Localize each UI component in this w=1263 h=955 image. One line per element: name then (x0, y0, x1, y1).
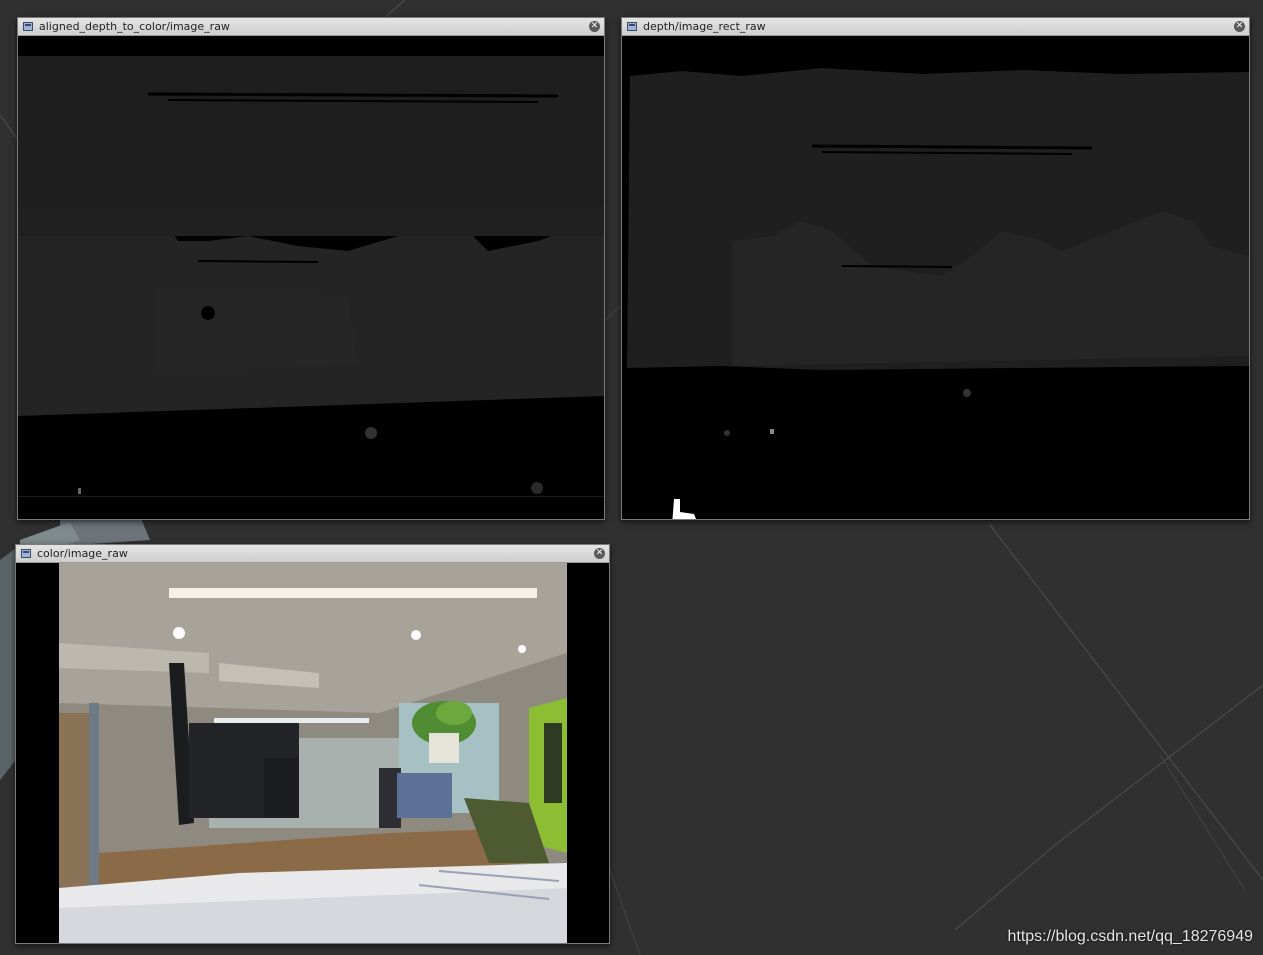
window-title: color/image_raw (37, 547, 128, 560)
depth-rect-window[interactable]: depth/image_rect_raw ✕ (621, 17, 1250, 520)
window-title: aligned_depth_to_color/image_raw (39, 20, 230, 33)
close-icon[interactable]: ✕ (589, 21, 600, 32)
window-app-icon (627, 22, 637, 31)
window-app-icon (23, 22, 33, 31)
window-title: depth/image_rect_raw (643, 20, 766, 33)
watermark-url: https://blog.csdn.net/qq_18276949 (1007, 928, 1253, 945)
color-titlebar[interactable]: color/image_raw ✕ (16, 545, 609, 563)
aligned-depth-titlebar[interactable]: aligned_depth_to_color/image_raw ✕ (18, 18, 604, 36)
window-app-icon (21, 549, 31, 558)
close-icon[interactable]: ✕ (1234, 21, 1245, 32)
color-image-window[interactable]: color/image_raw ✕ (15, 544, 610, 944)
depth-rect-titlebar[interactable]: depth/image_rect_raw ✕ (622, 18, 1249, 36)
aligned-depth-image (18, 36, 604, 519)
close-icon[interactable]: ✕ (594, 548, 605, 559)
depth-rect-image (622, 36, 1249, 519)
aligned-depth-window[interactable]: aligned_depth_to_color/image_raw ✕ (17, 17, 605, 520)
color-image (16, 563, 609, 943)
